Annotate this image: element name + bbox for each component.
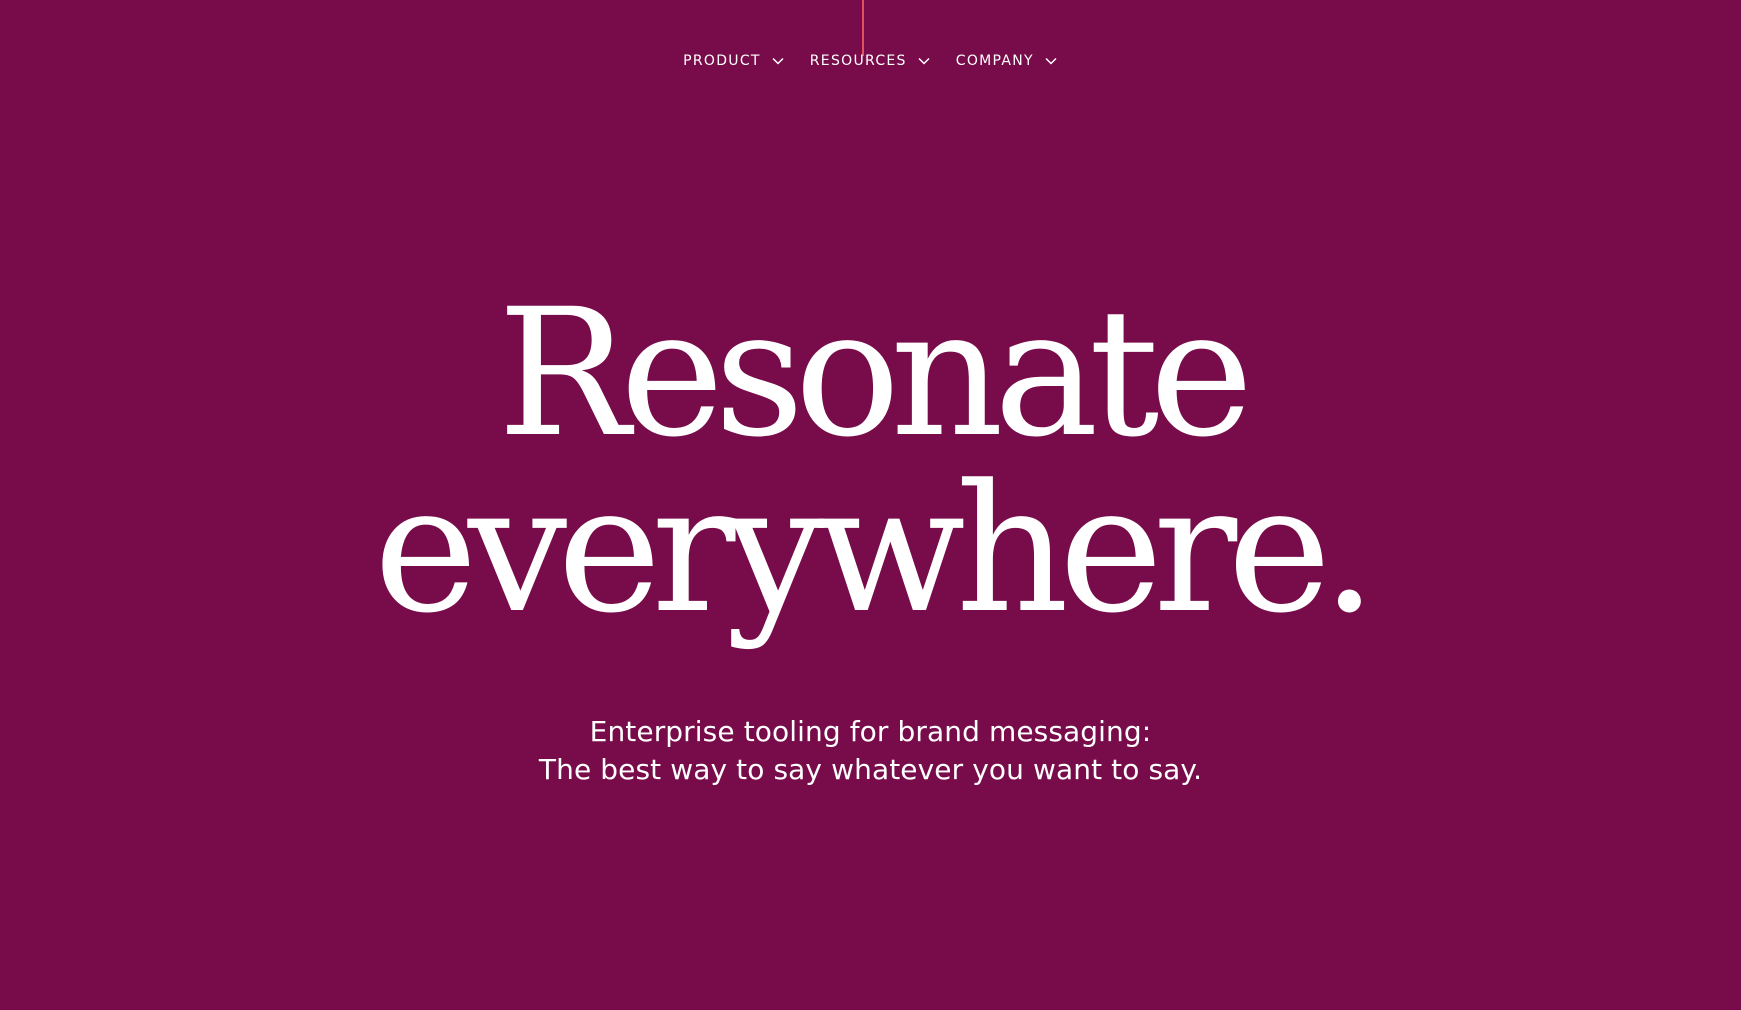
subtitle-line-2: The best way to say whatever you want to… (538, 753, 1203, 786)
chevron-down-icon (917, 54, 931, 68)
top-nav: PRODUCT RESOURCES COMPANY (0, 48, 1741, 74)
nav-item-label: COMPANY (955, 53, 1034, 69)
hero-line-1: Resonate (497, 271, 1253, 476)
nav-item-label: RESOURCES (809, 53, 907, 69)
hero-line-2: everywhere. (373, 447, 1378, 652)
chevron-down-icon (771, 54, 785, 68)
nav-item-resources[interactable]: RESOURCES (810, 48, 931, 74)
nav-item-product[interactable]: PRODUCT (683, 48, 785, 74)
nav-item-company[interactable]: COMPANY (956, 48, 1058, 74)
subtitle-line-1: Enterprise tooling for brand messaging: (589, 715, 1152, 748)
chevron-down-icon (1044, 54, 1058, 68)
nav-item-label: PRODUCT (683, 53, 761, 69)
hero-heading: Resonate everywhere. (0, 286, 1741, 638)
hero-subtitle: Enterprise tooling for brand messaging: … (0, 713, 1741, 789)
